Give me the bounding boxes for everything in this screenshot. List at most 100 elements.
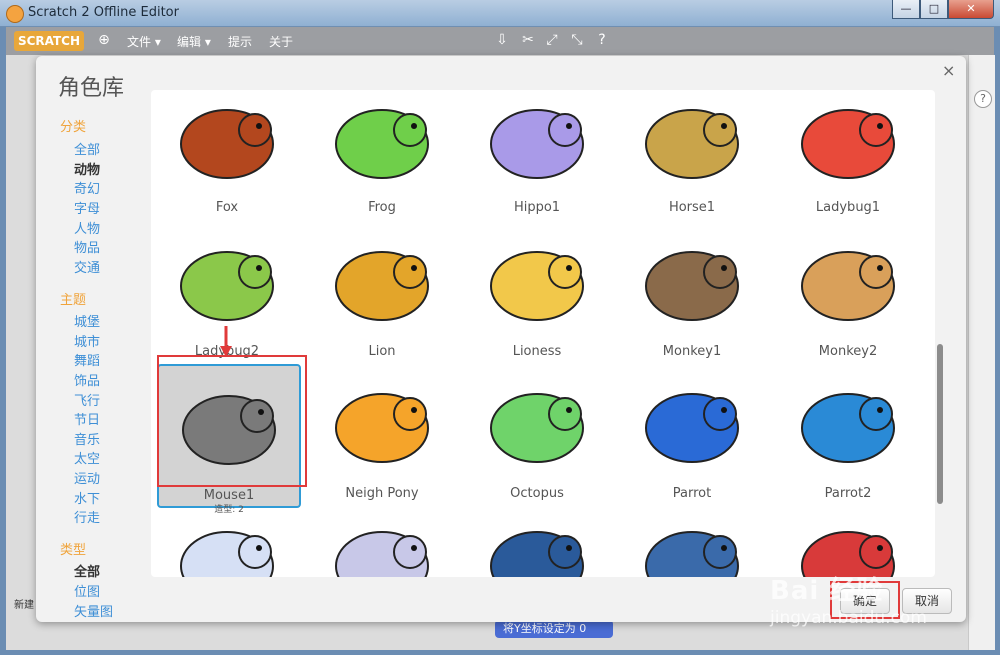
maximize-button[interactable]: □ (920, 0, 948, 19)
duplicate-stamp-icon[interactable]: ⇩ (494, 32, 510, 48)
sprite-thumbnail (335, 109, 429, 179)
menu-file[interactable]: 文件 ▾ (127, 33, 161, 50)
minimize-button[interactable]: — (892, 0, 920, 19)
filter-letters[interactable]: 字母 (74, 198, 100, 217)
window-titlebar: Scratch 2 Offline Editor — □ ✕ (0, 0, 1000, 27)
sprite-name-label: Octopus (510, 486, 564, 501)
sprite-tile-horse1[interactable]: Horse1 (622, 90, 762, 220)
theme-sports[interactable]: 运动 (74, 468, 100, 487)
theme-space[interactable]: 太空 (74, 448, 100, 467)
sprite-thumbnail (490, 109, 584, 179)
sprite-tile-fox[interactable]: Fox (157, 90, 297, 220)
sprite-tile-sprite-16[interactable] (312, 502, 452, 577)
theme-city[interactable]: 城市 (74, 331, 100, 350)
filter-things[interactable]: 物品 (74, 237, 100, 256)
sprite-thumbnail (801, 251, 895, 321)
sprite-library-dialog: 角色库 × 分类 全部 动物 奇幻 字母 人物 物品 交通 主题 城堡 城市 舞… (36, 56, 966, 622)
type-all[interactable]: 全部 (74, 561, 100, 580)
theme-dress-up[interactable]: 饰品 (74, 370, 100, 389)
watermark-url: jingyan.baidu.com (770, 608, 927, 628)
sprite-thumbnail (335, 393, 429, 463)
sprite-tile-octopus[interactable]: Octopus (467, 364, 607, 504)
sprite-thumbnail (490, 251, 584, 321)
sprite-thumbnail (645, 531, 739, 577)
category-heading: 分类 (60, 120, 87, 135)
sprite-name-label: Ladybug1 (815, 200, 881, 215)
sprite-eye-shape (411, 123, 417, 129)
sprite-thumbnail (645, 393, 739, 463)
sprite-name-label: Parrot2 (824, 486, 872, 501)
menu-tips[interactable]: 提示 (228, 33, 252, 50)
scratch-logo: SCRATCH (14, 31, 84, 51)
menu-about[interactable]: 关于 (269, 33, 293, 50)
sprite-thumbnail (180, 251, 274, 321)
sprite-head-shape (238, 113, 272, 147)
sprite-eye-shape (411, 407, 417, 413)
sprite-tile-parrot2[interactable]: Parrot2 (778, 364, 918, 504)
help-icon[interactable]: ? (594, 32, 610, 48)
globe-icon[interactable]: ⊕ (96, 32, 112, 48)
scroll-thumb[interactable] (937, 344, 943, 504)
sprite-name-label: Mouse1 (203, 488, 255, 503)
sprite-head-shape (548, 397, 582, 431)
theme-underwater[interactable]: 水下 (74, 488, 100, 507)
sprite-name-label: Fox (215, 200, 239, 215)
sprite-tile-lion[interactable]: Lion (312, 222, 452, 362)
sprite-head-shape (859, 255, 893, 289)
grow-icon[interactable]: ⤢ (544, 32, 560, 48)
background-help-icon[interactable]: ? (974, 90, 992, 108)
sprite-tile-sprite-15[interactable] (157, 502, 297, 577)
sprite-name-label: Neigh Pony (345, 486, 419, 501)
close-window-button[interactable]: ✕ (948, 0, 994, 19)
sprite-eye-shape (256, 123, 262, 129)
sprite-tile-monkey1[interactable]: Monkey1 (622, 222, 762, 362)
sprite-head-shape (548, 535, 582, 569)
menu-edit[interactable]: 编辑 ▾ (177, 33, 211, 50)
shrink-icon[interactable]: ⤡ (569, 32, 585, 48)
filter-people[interactable]: 人物 (74, 218, 100, 237)
sprite-thumbnail (645, 109, 739, 179)
sprite-name-label: Parrot (672, 486, 712, 501)
sprite-tile-sprite-19[interactable] (778, 502, 918, 577)
sprite-tile-parrot[interactable]: Parrot (622, 364, 762, 504)
sprite-eye-shape (256, 265, 262, 271)
sprite-tile-monkey2[interactable]: Monkey2 (778, 222, 918, 362)
type-bitmap[interactable]: 位图 (74, 581, 100, 600)
sprite-tile-neigh-pony[interactable]: Neigh Pony (312, 364, 452, 504)
dialog-close-icon[interactable]: × (942, 61, 955, 80)
sprite-tile-sprite-18[interactable] (622, 502, 762, 577)
sprite-head-shape (393, 535, 427, 569)
sprite-name-label: Horse1 (668, 200, 716, 215)
sprite-tile-frog[interactable]: Frog (312, 90, 452, 220)
sprite-tile-sprite-17[interactable] (467, 502, 607, 577)
theme-dance[interactable]: 舞蹈 (74, 350, 100, 369)
filter-fantasy[interactable]: 奇幻 (74, 178, 100, 197)
sprite-head-shape (859, 113, 893, 147)
sprite-eye-shape (411, 545, 417, 551)
theme-flying[interactable]: 飞行 (74, 390, 100, 409)
theme-music[interactable]: 音乐 (74, 429, 100, 448)
sprite-head-shape (859, 397, 893, 431)
sprite-name-label: Lion (368, 344, 396, 359)
sprite-head-shape (548, 255, 582, 289)
sprite-tile-lioness[interactable]: Lioness (467, 222, 607, 362)
filter-animals[interactable]: 动物 (74, 159, 100, 178)
theme-holiday[interactable]: 节日 (74, 409, 100, 428)
sprite-head-shape (393, 113, 427, 147)
theme-walking[interactable]: 行走 (74, 507, 100, 526)
cut-scissors-icon[interactable]: ✂ (520, 32, 536, 48)
grid-scrollbar[interactable] (935, 98, 945, 570)
filter-all[interactable]: 全部 (74, 139, 100, 158)
sprite-thumbnail (645, 251, 739, 321)
sprite-head-shape (703, 397, 737, 431)
sprite-eye-shape (877, 407, 883, 413)
sprite-tile-ladybug1[interactable]: Ladybug1 (778, 90, 918, 220)
set-y-block[interactable]: 将Y坐标设定为 0 (495, 620, 613, 638)
filter-transportation[interactable]: 交通 (74, 257, 100, 276)
theme-castle[interactable]: 城堡 (74, 311, 100, 330)
new-sprite-label: 新建 (14, 600, 34, 611)
sprite-head-shape (703, 535, 737, 569)
type-vector[interactable]: 矢量图 (74, 601, 113, 620)
sprite-eye-shape (721, 123, 727, 129)
sprite-tile-hippo1[interactable]: Hippo1 (467, 90, 607, 220)
